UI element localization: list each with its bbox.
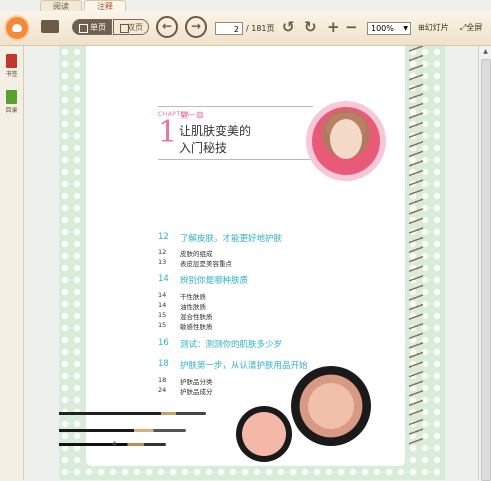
sidebar-item-bookmarks[interactable]: 书签 xyxy=(3,54,20,78)
toc-page: 14 xyxy=(158,274,169,284)
toc-text: 测试：测测你的肌肤多少岁 xyxy=(180,340,283,350)
zoom-in-icon[interactable]: + xyxy=(327,18,340,36)
toc-page: 24 xyxy=(158,386,167,394)
toc-text: 皮肤的组成 xyxy=(180,250,213,258)
toc-text: 辨别你是哪种肤质 xyxy=(180,276,249,286)
zoom-select[interactable]: 100% ▼ xyxy=(367,22,411,35)
toc-page: 12 xyxy=(158,248,167,256)
portrait-face xyxy=(330,119,362,159)
sidebar-bookmarks-label: 书签 xyxy=(5,71,18,78)
double-page-label: 双页 xyxy=(127,23,143,32)
portrait-image xyxy=(306,101,386,181)
chapter-title-line1: 让肌肤变美的 xyxy=(179,124,252,138)
double-page-icon xyxy=(120,24,129,33)
toc-text: 混合性肤质 xyxy=(180,313,213,321)
chapter-rule-top xyxy=(158,106,313,107)
makeup-brush-image xyxy=(59,412,206,415)
arrow-right-icon: → xyxy=(190,19,202,33)
single-page-button[interactable]: 单页 xyxy=(72,19,112,35)
fullscreen-button[interactable]: ⤢全屏 xyxy=(460,22,482,33)
toc-page: 18 xyxy=(158,359,169,369)
sidebar-item-contents[interactable]: 目录 xyxy=(3,90,20,114)
chevron-down-icon: ▼ xyxy=(403,25,408,32)
toc-page: 15 xyxy=(158,311,167,319)
double-page-button[interactable]: 双页 xyxy=(113,19,149,35)
chapter-label: 第一章 xyxy=(180,111,204,120)
previous-page-button[interactable]: ← xyxy=(156,16,178,38)
single-page-icon xyxy=(79,24,88,33)
toc-text: 干性肤质 xyxy=(180,293,206,301)
toc-text: 护肤品分类 xyxy=(180,378,213,386)
toc-page: 16 xyxy=(158,338,169,348)
total-pages-label: / 181页 xyxy=(246,24,275,33)
toc-text: 了解皮肤，才能更好地护肤 xyxy=(180,234,283,244)
page-number-input[interactable]: 2 xyxy=(215,22,243,35)
zoom-out-icon[interactable]: − xyxy=(345,18,358,36)
bookmark-icon xyxy=(6,54,17,68)
rotate-right-icon[interactable]: ↻ xyxy=(304,18,317,36)
book-page: CHAPTER 第一章 1 让肌肤变美的 入门秘技 12 了解皮肤，才能更好地护肤… xyxy=(59,46,445,480)
contents-icon xyxy=(6,90,17,104)
toc-text: 油性肤质 xyxy=(180,303,206,311)
toc-text: 护肤第一步，从认清护肤用品开始 xyxy=(180,361,308,371)
slideshow-icon: ⊞ xyxy=(418,23,425,32)
open-folder-icon[interactable] xyxy=(41,20,59,33)
toc-page: 14 xyxy=(158,301,167,309)
fullscreen-label: 全屏 xyxy=(466,23,483,32)
chapter-title-line2: 入门秘技 xyxy=(179,141,228,155)
next-page-button[interactable]: → xyxy=(185,16,207,38)
scroll-up-icon[interactable]: ▲ xyxy=(479,46,491,58)
scrollbar-thumb[interactable] xyxy=(481,59,491,481)
chapter-number: 1 xyxy=(158,115,178,150)
sidebar-contents-label: 目录 xyxy=(5,107,18,114)
portrait-photo xyxy=(312,107,380,175)
blush-compact-image xyxy=(236,406,292,462)
toc-text: 护肤品成分 xyxy=(180,388,213,396)
toc-text: 敏感性肤质 xyxy=(180,323,213,331)
powder-compact-image xyxy=(291,366,371,446)
makeup-brush-image xyxy=(59,429,186,432)
app-logo-icon[interactable] xyxy=(4,15,30,41)
page-paper: CHAPTER 第一章 1 让肌肤变美的 入门秘技 12 了解皮肤，才能更好地护肤… xyxy=(59,46,423,466)
toc-page: 13 xyxy=(158,258,167,266)
toc-page: 18 xyxy=(158,376,167,384)
toc-page: 15 xyxy=(158,321,167,329)
zoom-value: 100% xyxy=(371,24,394,33)
toc-page: 14 xyxy=(158,291,167,299)
slideshow-button[interactable]: ⊞幻灯片 xyxy=(418,22,449,33)
chapter-rule-bottom xyxy=(158,159,313,160)
left-sidebar: 书签 目录 xyxy=(0,46,24,480)
toc-text: 表皮层是美容重点 xyxy=(180,260,232,268)
vertical-scrollbar[interactable]: ▲ xyxy=(478,46,491,481)
rotate-left-icon[interactable]: ↺ xyxy=(282,18,295,36)
slideshow-label: 幻灯片 xyxy=(424,23,449,32)
page-number: 4 xyxy=(112,440,117,448)
toc-page: 12 xyxy=(158,232,169,242)
arrow-left-icon: ← xyxy=(161,19,173,33)
single-page-label: 单页 xyxy=(90,23,106,32)
spiral-binding xyxy=(409,46,423,446)
